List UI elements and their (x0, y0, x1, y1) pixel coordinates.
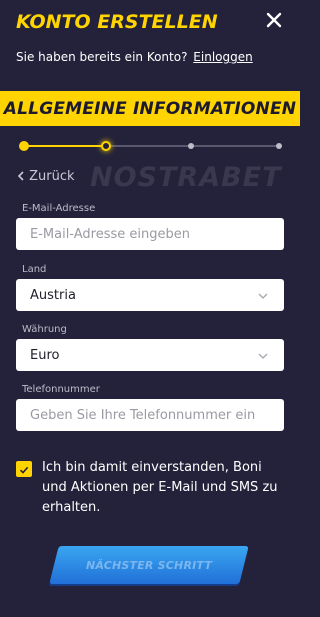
login-prompt: Sie haben bereits ein Konto? Einloggen (16, 50, 253, 64)
country-value: Austria (30, 287, 76, 303)
step-2-dot (101, 141, 111, 151)
currency-value: Euro (30, 347, 60, 363)
modal-header: KONTO ERSTELLEN Sie haben bereits ein Ko… (0, 0, 300, 72)
stepper-fill (20, 145, 106, 147)
step-3-dot (188, 143, 194, 149)
currency-select[interactable]: Euro (16, 339, 284, 371)
consent-checkbox[interactable] (16, 461, 32, 477)
chevron-left-icon (17, 169, 29, 184)
step-4-dot (276, 143, 282, 149)
chevron-down-icon (258, 290, 268, 300)
consent-row: Ich bin damit einverstanden, Boni und Ak… (16, 458, 284, 518)
email-label: E-Mail-Adresse (22, 203, 96, 214)
email-field[interactable]: E-Mail-Adresse eingeben (16, 218, 284, 250)
phone-label: Telefonnummer (22, 384, 100, 395)
next-step-button-label: NÄCHSTER SCHRITT (85, 558, 213, 572)
back-label: Zurück (29, 169, 75, 184)
progress-stepper (19, 140, 282, 152)
step-1-dot (19, 141, 29, 151)
checkmark-icon (19, 460, 29, 479)
back-button[interactable]: Zurück (17, 169, 75, 184)
close-icon[interactable] (266, 12, 282, 28)
phone-placeholder: Geben Sie Ihre Telefonnummer ein (30, 407, 256, 423)
section-title: ALLGEMEINE INFORMATIONEN (3, 98, 297, 119)
consent-text: Ich bin damit einverstanden, Boni und Ak… (42, 460, 278, 515)
login-prompt-text: Sie haben bereits ein Konto? (16, 50, 188, 64)
currency-label: Währung (22, 324, 67, 335)
next-step-button[interactable]: NÄCHSTER SCHRITT (49, 546, 249, 584)
phone-field[interactable]: Geben Sie Ihre Telefonnummer ein (16, 399, 284, 431)
page-title: KONTO ERSTELLEN (16, 11, 218, 33)
chevron-down-icon (258, 350, 268, 360)
login-link[interactable]: Einloggen (193, 50, 252, 64)
country-label: Land (22, 264, 47, 275)
section-banner: ALLGEMEINE INFORMATIONEN (0, 91, 300, 126)
email-placeholder: E-Mail-Adresse eingeben (30, 226, 190, 242)
watermark-logo: NOSTRABET (90, 162, 282, 193)
country-select[interactable]: Austria (16, 279, 284, 311)
